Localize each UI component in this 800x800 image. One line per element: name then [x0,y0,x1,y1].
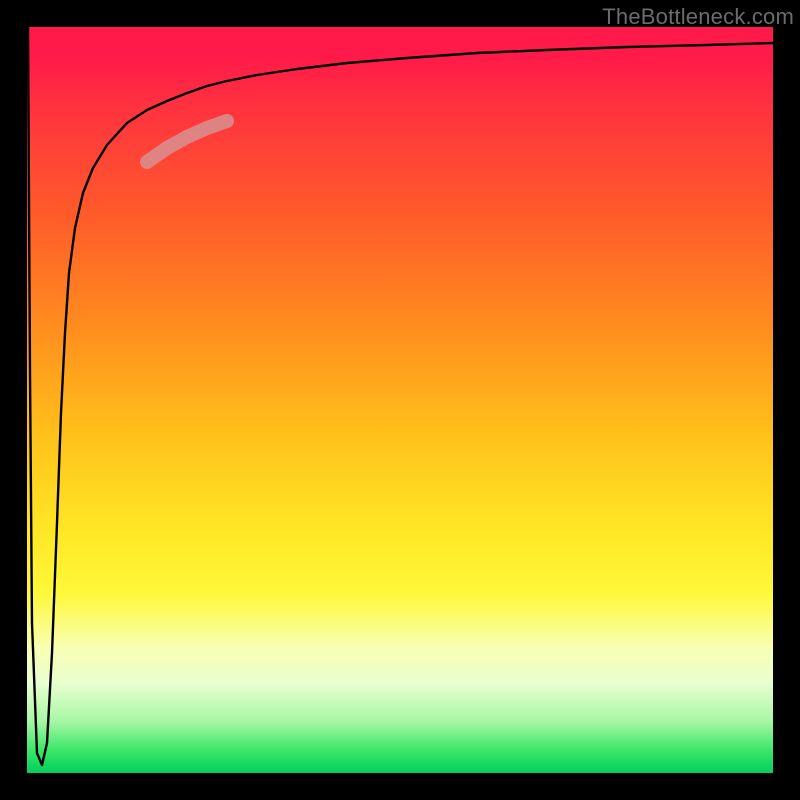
main-curve [28,27,773,765]
chart-frame: TheBottleneck.com [0,0,800,800]
watermark-text: TheBottleneck.com [602,4,794,30]
curve-svg [27,27,773,773]
plot-area [27,27,773,773]
highlight-segment [147,121,227,162]
